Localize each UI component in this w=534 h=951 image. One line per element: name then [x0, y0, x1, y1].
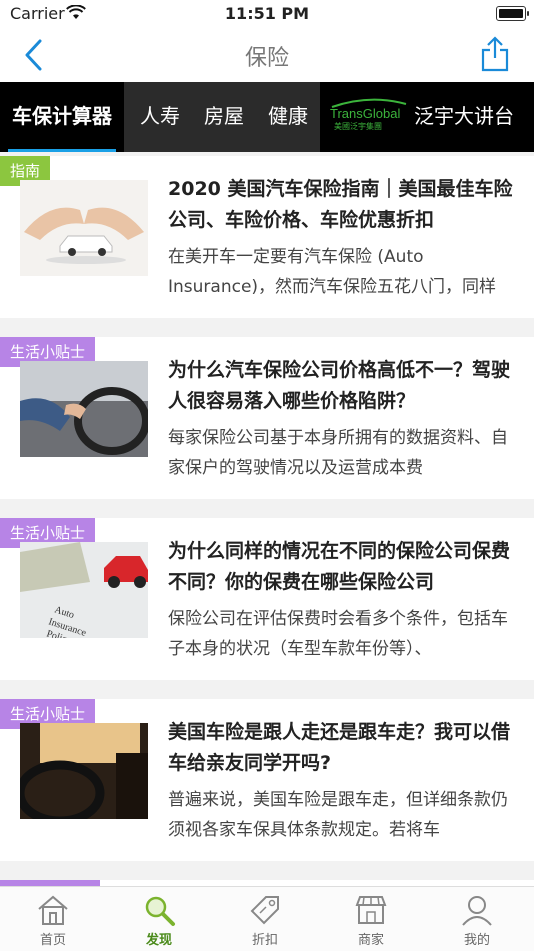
logo-subtitle: 美國泛宇集團 — [334, 122, 382, 131]
article-thumbnail-hands-car — [20, 180, 148, 276]
article-summary: 保险公司在评估保费时会看多个条件，包括车子本身的状况（车型车款年份等）、 — [168, 609, 508, 659]
bottom-tab-merchants[interactable]: 商家 — [318, 887, 424, 951]
article-card[interactable]: 生活小贴士 美国车险是跟人走还是跟车走？我可以借车给亲友同学开吗? 普遍来说，美… — [0, 699, 534, 861]
bottom-tab-discounts[interactable]: 折扣 — [212, 887, 318, 951]
tab-life[interactable]: 人寿 — [128, 82, 192, 152]
search-icon — [145, 896, 175, 926]
bottom-tab-label: 发现 — [145, 933, 172, 948]
bottom-tab-discover[interactable]: 发现 — [106, 887, 212, 951]
tab-home[interactable]: 房屋 — [192, 82, 256, 152]
transglobal-logo: TransGlobal 美國泛宇集團 — [330, 98, 408, 134]
bottom-tab-label: 商家 — [357, 933, 384, 948]
article-title: 美国车险是跟人走还是跟车走？我可以借车给亲友同学开吗? — [168, 721, 511, 774]
tab-health[interactable]: 健康 — [256, 82, 320, 152]
tab-transglobal-lecture[interactable]: TransGlobal 美國泛宇集團 泛宇大讲台 — [320, 82, 534, 152]
article-title: 2020 美国汽车保险指南｜美国最佳车险公司、车险价格、车险优惠折扣 — [168, 178, 513, 231]
category-tabs: 车保计算器 人寿 房屋 健康 TransGlobal 美國泛宇集團 泛宇大讲台 — [0, 82, 534, 152]
article-card[interactable]: 生活小贴士 Auto Insurance Policy 为什么同样的情况在不同的… — [0, 518, 534, 680]
article-summary: 在美开车一定要有汽车保险 (Auto Insurance)，然而汽车保险五花八门… — [168, 247, 497, 297]
tab-car-insurance-calculator[interactable]: 车保计算器 — [0, 82, 124, 152]
article-summary: 普遍来说，美国车险是跟车走，但详细条款仍须视各家车保具体条款规定。若将车 — [168, 790, 508, 840]
bottom-tab-label: 折扣 — [251, 933, 278, 948]
bottom-tab-label: 我的 — [463, 933, 490, 948]
user-icon — [462, 896, 492, 926]
page-title: 保险 — [244, 46, 289, 71]
bottom-tab-label: 首页 — [39, 933, 66, 948]
battery-icon — [496, 6, 529, 21]
article-thumbnail-driver — [20, 361, 148, 457]
home-icon — [38, 895, 68, 925]
article-thumbnail-policy: Auto Insurance Policy — [20, 542, 148, 638]
bottom-tab-bar: 首页 发现 折扣 商家 我的 — [0, 886, 534, 951]
article-card[interactable]: 生活小贴士 为什么汽车保险公司价格高低不一？驾驶人很容易落入哪些价格陷阱？ 每家… — [0, 337, 534, 499]
article-thumbnail-steering — [20, 723, 148, 819]
status-time: 11:51 PM — [224, 4, 310, 23]
article-card[interactable]: 指南 2020 美国汽车保险指南｜美国最佳车险公司、车险价格、车险优惠折扣 在美… — [0, 156, 534, 318]
bottom-tab-me[interactable]: 我的 — [424, 887, 530, 951]
article-title: 为什么汽车保险公司价格高低不一？驾驶人很容易落入哪些价格陷阱？ — [168, 359, 511, 412]
article-summary: 每家保险公司基于本身所拥有的数据资料、自家保户的驾驶情况以及运营成本费 — [168, 428, 508, 478]
tag-icon — [250, 896, 279, 925]
store-icon — [355, 896, 387, 924]
status-bar: Carrier 11:51 PM — [0, 0, 534, 28]
share-icon[interactable] — [480, 36, 510, 72]
article-title: 为什么同样的情况在不同的保险公司保费不同？你的保费在哪些保险公司 — [168, 540, 511, 593]
tab-label: 泛宇大讲台 — [414, 104, 514, 128]
navigation-bar: 保险 — [0, 28, 534, 82]
bottom-tab-home[interactable]: 首页 — [0, 887, 106, 951]
logo-name: TransGlobal — [330, 106, 401, 121]
